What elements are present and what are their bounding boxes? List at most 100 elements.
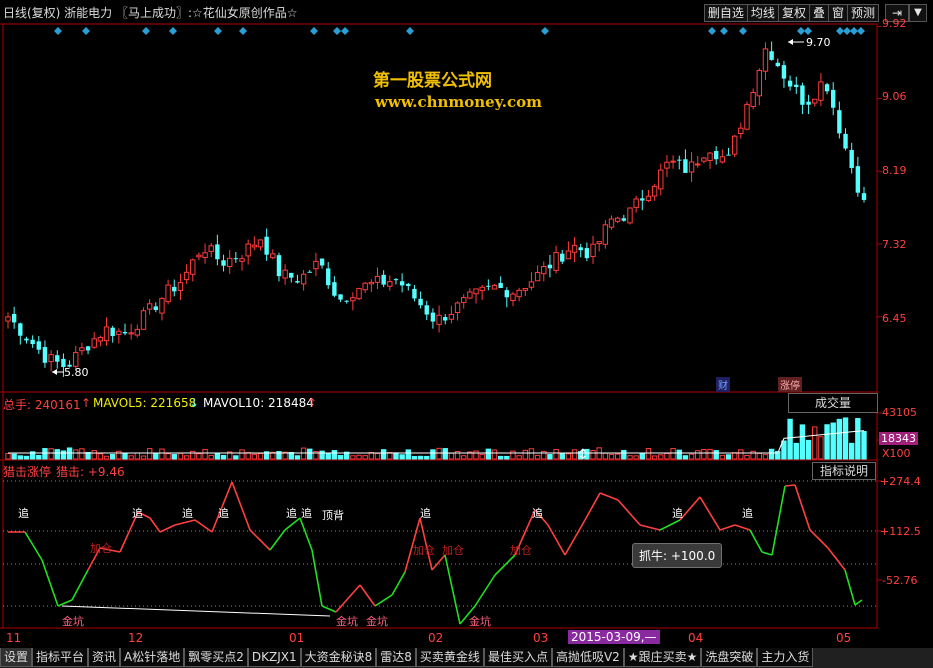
tab-indicator[interactable]: 洗盘突破: [701, 648, 758, 667]
volume-bar: [208, 454, 214, 460]
candle: [85, 345, 91, 355]
candle: [418, 291, 423, 309]
candle: [5, 312, 11, 329]
signal-jinkeng: 金坑: [469, 615, 491, 628]
tab-indicator[interactable]: 大资金秘诀8: [300, 648, 377, 667]
candle: [424, 300, 429, 321]
volume-bar: [430, 449, 436, 460]
tab-indicator[interactable]: 雷达8: [376, 648, 416, 667]
moving-average-button[interactable]: 均线: [746, 4, 779, 22]
tab-news[interactable]: 资讯: [88, 648, 121, 667]
candle: [806, 94, 811, 115]
indicator-segment: [194, 519, 213, 533]
signal-zhui: 追: [672, 507, 683, 520]
candle: [326, 262, 331, 289]
volume-bar: [491, 449, 498, 460]
volume-bar: [861, 430, 867, 460]
candle: [701, 157, 707, 164]
indicator-help-button[interactable]: 指标说明: [812, 462, 876, 480]
volume-bar: [676, 449, 682, 460]
candle: [621, 214, 627, 222]
candle: [781, 60, 787, 88]
candle: [153, 302, 158, 313]
candle: [221, 254, 226, 272]
signal-jinkeng: 金坑: [366, 615, 388, 628]
candle: [522, 288, 528, 297]
signal-zhui: 追: [420, 507, 431, 520]
indicator-segment: [679, 496, 701, 521]
window-button[interactable]: 窗: [827, 4, 848, 22]
candle: [412, 284, 417, 302]
candle: [350, 292, 356, 311]
candle: [590, 235, 596, 264]
candle: [295, 274, 300, 284]
candle: [596, 241, 602, 252]
signal-dingbei: 顶背: [322, 509, 344, 522]
adjusted-price-button[interactable]: 复权: [777, 4, 810, 22]
volume-indicator-dropdown[interactable]: 成交量: [788, 393, 878, 413]
tab-indicator-platform[interactable]: 指标平台: [32, 648, 89, 667]
volume-bar: [220, 454, 227, 460]
candle: [775, 58, 780, 68]
signal-diamond-row: [54, 27, 865, 35]
volume-bar: [448, 452, 455, 460]
volume-bar: [294, 455, 301, 460]
volume-bar: [214, 453, 221, 460]
volume-bar: [331, 450, 338, 460]
candle: [24, 336, 29, 344]
signal-diamond: [333, 27, 341, 35]
overlay-button[interactable]: 叠: [808, 4, 829, 22]
volume-bar: [442, 448, 448, 460]
resize-handle-icon[interactable]: ↕: [577, 447, 589, 463]
event-tag-limit-up[interactable]: 涨停: [778, 377, 802, 392]
tab-indicator[interactable]: DKZJX1: [247, 648, 301, 667]
candle: [11, 306, 17, 329]
candle: [683, 149, 688, 173]
indicator-segment: [71, 569, 89, 601]
volume-bar: [787, 418, 793, 460]
volume-bars: [5, 417, 867, 460]
candle: [344, 300, 349, 304]
price-tick: 6.45: [882, 312, 907, 325]
candle: [824, 82, 830, 95]
candle: [787, 75, 793, 91]
time-axis-label: 05: [836, 631, 852, 645]
volume-bar: [79, 448, 85, 460]
candle: [861, 186, 867, 203]
candle: [18, 322, 23, 345]
tab-indicator[interactable]: 主力入货: [757, 648, 814, 667]
tab-indicator[interactable]: A松针落地: [120, 648, 185, 667]
volume-bar: [805, 439, 812, 460]
signal-jiacang: 加仓: [442, 544, 464, 557]
remove-favorite-button[interactable]: 删自选: [703, 4, 748, 22]
candle: [688, 152, 695, 182]
indicator-segment: [231, 481, 251, 531]
tab-indicator[interactable]: 高抛低吸V2: [551, 648, 624, 667]
volume-bar: [608, 453, 615, 460]
volume-bar: [54, 449, 60, 460]
selected-date-label: 2015-03-09,—: [568, 630, 660, 644]
candle: [264, 228, 269, 261]
chevron-down-icon[interactable]: ▼: [909, 4, 927, 22]
volume-bar: [239, 449, 245, 460]
volume-bar: [461, 455, 467, 460]
candle: [664, 155, 670, 177]
tab-indicator[interactable]: 最佳买入点: [483, 648, 552, 667]
volume-total-label: 总手: 240161: [3, 398, 81, 412]
tab-settings[interactable]: 设置: [0, 648, 33, 667]
signal-diamond: [341, 27, 349, 35]
volume-bar: [350, 455, 356, 460]
volume-bar: [11, 453, 17, 460]
candle: [479, 284, 485, 301]
indicator-segment: [734, 524, 751, 531]
volume-bar: [824, 424, 830, 460]
indicator-segment: [584, 492, 601, 521]
candle: [486, 279, 491, 291]
forecast-button[interactable]: 预测: [846, 4, 879, 22]
tab-indicator[interactable]: ★跟庄买卖★: [623, 648, 702, 667]
volume-bar: [60, 450, 67, 460]
tab-indicator[interactable]: 飘零买点2: [184, 648, 248, 667]
event-tag-finance[interactable]: 财: [716, 377, 730, 392]
candle: [651, 183, 658, 201]
tab-indicator[interactable]: 买卖黄金线: [415, 648, 484, 667]
